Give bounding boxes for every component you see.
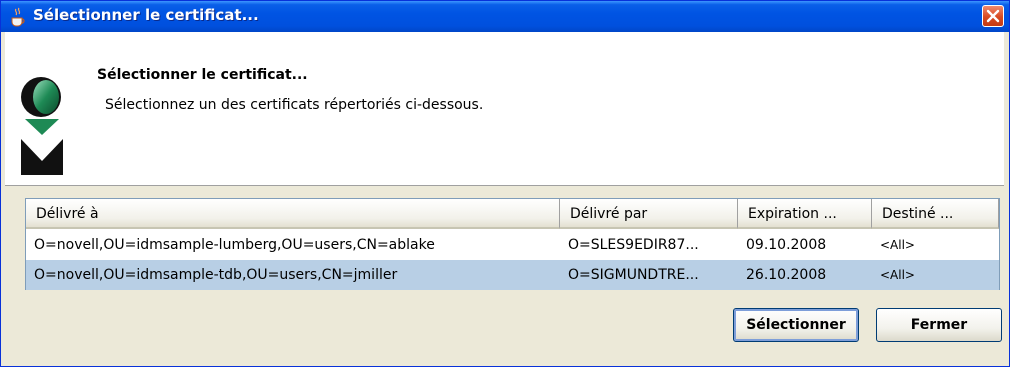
cell-intended: <All>	[880, 238, 915, 252]
certificate-table[interactable]: Délivré à Délivré par Expiration ... Des…	[25, 198, 1000, 290]
cell-expiration: 09.10.2008	[746, 237, 827, 253]
certificate-dialog: Sélectionner le certificat... Sélectionn	[0, 0, 1010, 367]
column-header-intended[interactable]: Destiné ...	[872, 199, 999, 229]
close-window-button[interactable]	[982, 5, 1004, 27]
cell-issued-to: O=novell,OU=idmsample-lumberg,OU=users,C…	[34, 237, 435, 253]
close-button[interactable]: Fermer	[876, 308, 1002, 342]
header-description: Sélectionnez un des certificats répertor…	[105, 97, 484, 113]
cell-issued-by: O=SLES9EDIR87...	[568, 237, 699, 253]
table-row[interactable]: O=novell,OU=idmsample-lumberg,OU=users,C…	[26, 230, 999, 260]
table-header: Délivré à Délivré par Expiration ... Des…	[26, 199, 999, 229]
cell-issued-to: O=novell,OU=idmsample-tdb,OU=users,CN=jm…	[34, 267, 398, 283]
column-header-issued-by[interactable]: Délivré par	[560, 199, 738, 229]
close-icon	[986, 9, 1000, 23]
column-header-issued-to[interactable]: Délivré à	[26, 199, 560, 229]
cell-issued-by: O=SIGMUNDTRE...	[568, 267, 699, 283]
window-title: Sélectionner le certificat...	[33, 6, 259, 24]
title-bar[interactable]: Sélectionner le certificat...	[1, 1, 1009, 32]
cell-intended: <All>	[880, 268, 915, 282]
java-cup-icon	[9, 7, 27, 27]
cell-expiration: 26.10.2008	[746, 267, 827, 283]
table-row-selected[interactable]: O=novell,OU=idmsample-tdb,OU=users,CN=jm…	[26, 260, 999, 290]
header-title: Sélectionner le certificat...	[97, 67, 308, 83]
novell-logo	[21, 61, 63, 183]
column-header-expiration[interactable]: Expiration ...	[738, 199, 872, 229]
select-button[interactable]: Sélectionner	[733, 308, 859, 342]
